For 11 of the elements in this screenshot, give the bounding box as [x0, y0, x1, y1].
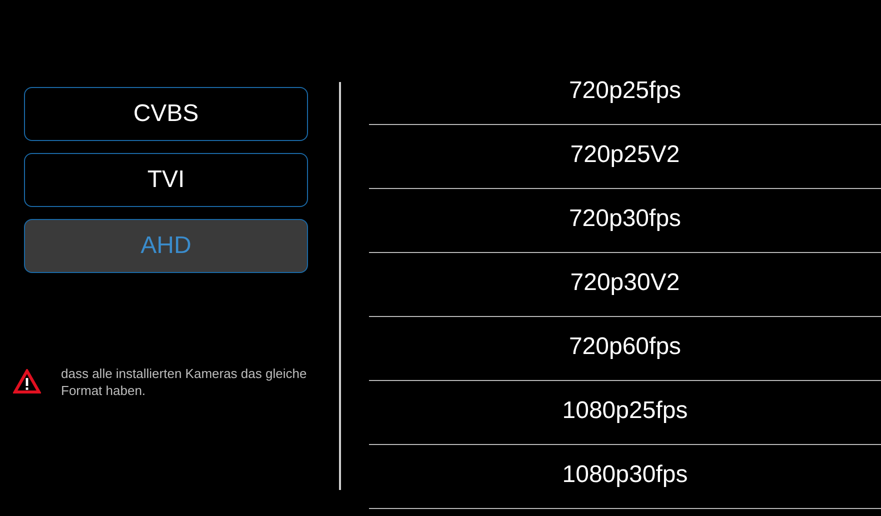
- format-list-item[interactable]: 720p30fps: [369, 189, 881, 253]
- signal-type-button[interactable]: CVBS: [24, 87, 308, 141]
- format-list-item[interactable]: 720p25fps: [369, 61, 881, 125]
- warning-icon: [13, 369, 41, 395]
- warning-text: dass alle installierten Kameras das gleiche Format haben.: [61, 365, 308, 399]
- format-list-item[interactable]: 720p25V2: [369, 125, 881, 189]
- signal-type-button[interactable]: TVI: [24, 153, 308, 207]
- format-list-item[interactable]: 720p30V2: [369, 253, 881, 317]
- format-list-item[interactable]: 720p60fps: [369, 317, 881, 381]
- format-list-item[interactable]: 1080p30fps: [369, 445, 881, 509]
- format-list-item[interactable]: 1080p25fps: [369, 381, 881, 445]
